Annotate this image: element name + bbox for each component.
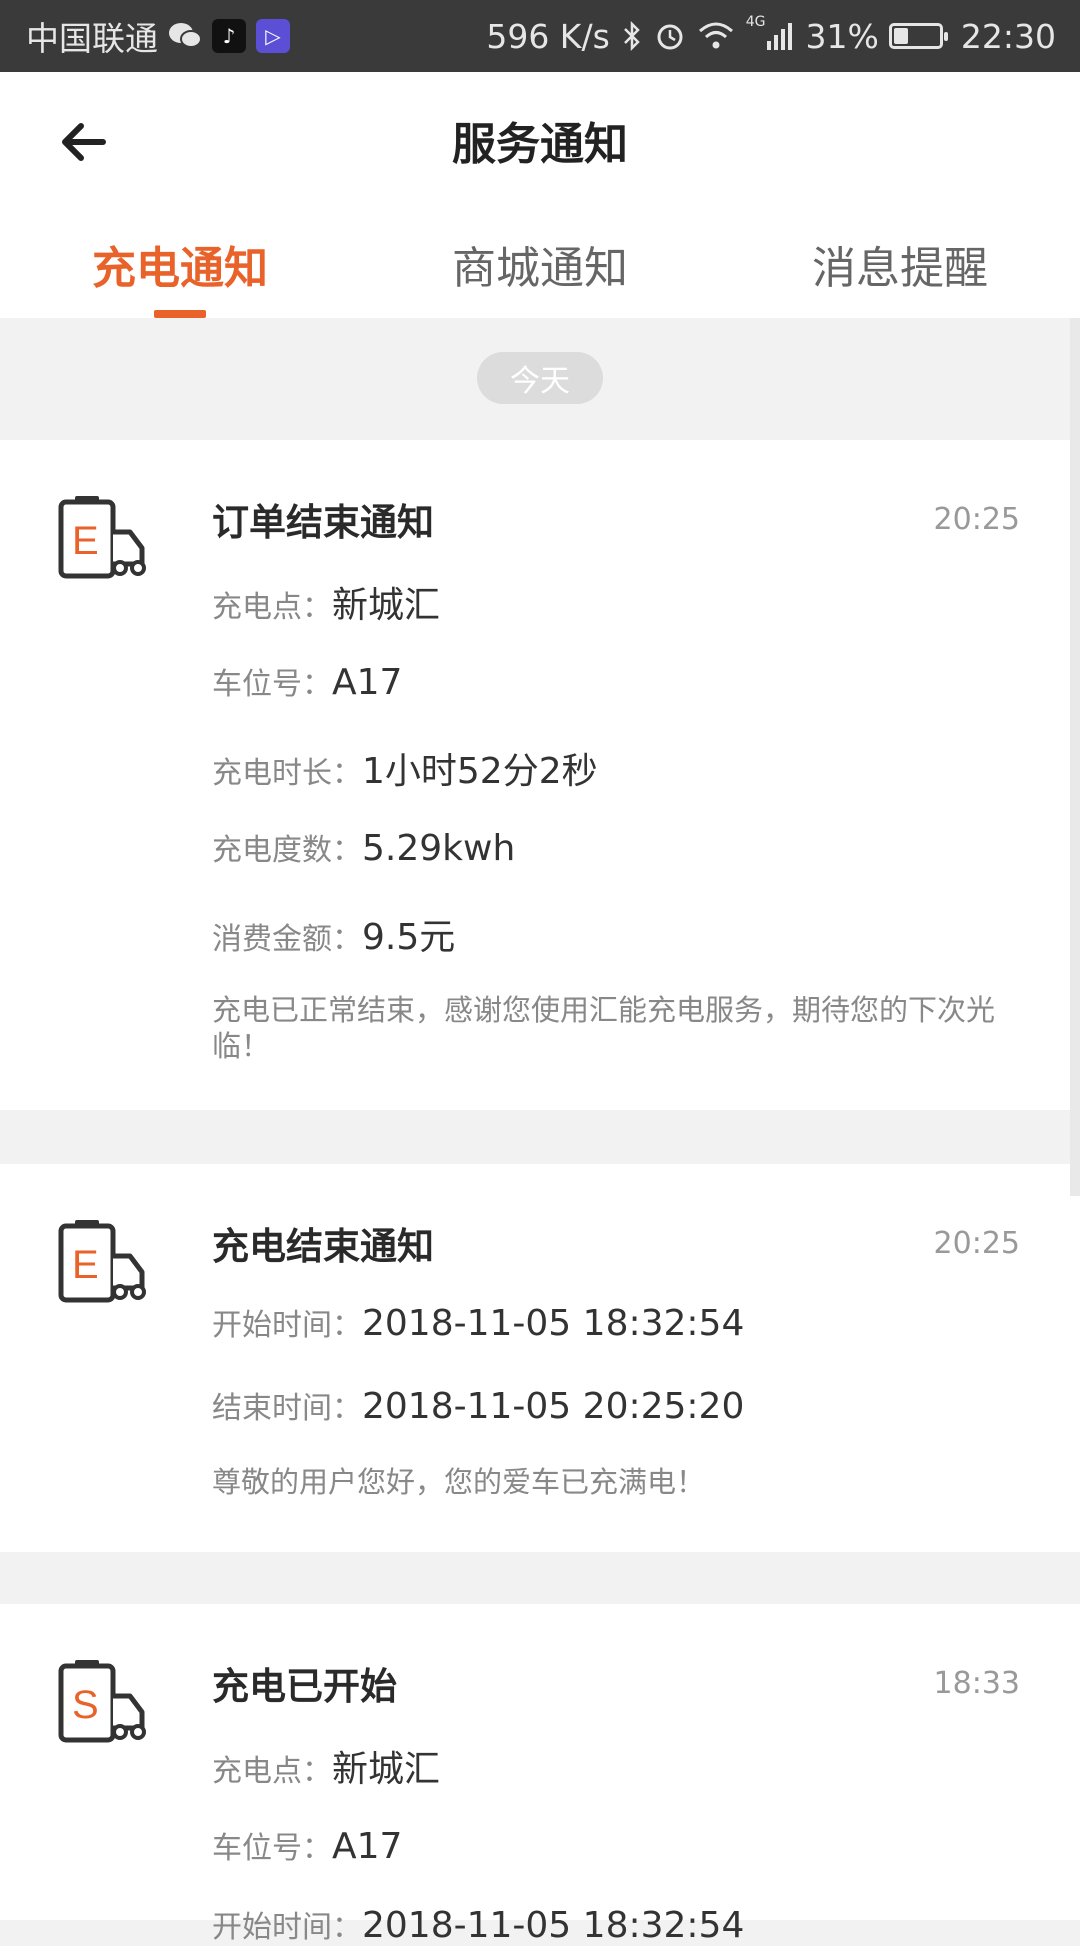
detail-row: 结束时间： 2018-11-05 20:25:20	[212, 1383, 744, 1427]
wechat-icon	[168, 19, 202, 53]
wifi-icon	[698, 21, 734, 51]
row-value: A17	[332, 662, 403, 703]
row-label: 充电点：	[212, 1754, 332, 1789]
page-title: 服务通知	[452, 119, 628, 170]
card-description: 尊敬的用户您好，您的爱车已充满电！	[212, 1465, 706, 1499]
svg-text:E: E	[72, 1243, 99, 1287]
detail-row: 充电度数： 5.29kwh	[212, 825, 515, 869]
carrier-label: 中国联通	[26, 19, 158, 58]
detail-row: 车位号： A17	[212, 659, 402, 703]
svg-text:E: E	[72, 519, 99, 563]
alarm-icon	[654, 20, 686, 52]
card-time: 18:33	[933, 1666, 1020, 1701]
battery-percent: 31%	[805, 16, 879, 56]
charging-end-icon: E	[58, 1220, 146, 1303]
app-header: 服务通知 充电通知 商城通知 消息提醒	[0, 72, 1080, 318]
notification-card[interactable]: E 充电结束通知 20:25 开始时间： 2018-11-05 18:32:54…	[0, 1164, 1080, 1552]
detail-row: 开始时间： 2018-11-05 18:32:54	[212, 1902, 744, 1946]
row-label: 开始时间：	[212, 1910, 362, 1945]
row-value: 9.5元	[362, 917, 456, 958]
tab-mall-notice[interactable]: 商城通知	[360, 232, 720, 318]
tab-message-reminder[interactable]: 消息提醒	[720, 232, 1080, 318]
bluetooth-icon	[622, 20, 642, 52]
card-time: 20:25	[933, 1226, 1020, 1261]
tab-label: 充电通知	[92, 243, 268, 294]
row-label: 消费金额：	[212, 922, 362, 957]
tab-label: 消息提醒	[812, 243, 988, 294]
row-label: 充电度数：	[212, 833, 362, 868]
network-type: 4G	[745, 14, 766, 30]
row-label: 车位号：	[212, 667, 332, 702]
video-app-icon: ▷	[256, 19, 290, 53]
detail-row: 充电时长： 1小时52分2秒	[212, 742, 598, 794]
detail-row: 充电点： 新城汇	[212, 576, 440, 628]
battery-icon	[888, 23, 948, 49]
network-speed: 596 K/s	[486, 16, 610, 56]
detail-row: 消费金额： 9.5元	[212, 908, 455, 960]
card-title: 订单结束通知	[212, 501, 434, 544]
detail-row: 充电点： 新城汇	[212, 1740, 440, 1792]
card-title: 充电结束通知	[212, 1225, 434, 1268]
tab-charging-notice[interactable]: 充电通知	[0, 232, 360, 318]
svg-text:S: S	[72, 1683, 99, 1727]
row-value: 新城汇	[332, 1749, 441, 1790]
scrollbar[interactable]	[1070, 318, 1080, 1196]
row-label: 结束时间：	[212, 1391, 362, 1426]
notification-card[interactable]: S 充电已开始 18:33 充电点： 新城汇 车位号： A17 开始时间： 20…	[0, 1604, 1080, 1946]
day-chip: 今天	[477, 352, 603, 404]
row-value: 1小时52分2秒	[362, 751, 598, 792]
detail-row: 车位号： A17	[212, 1823, 402, 1867]
row-value: 新城汇	[332, 585, 441, 626]
row-label: 车位号：	[212, 1831, 332, 1866]
status-bar: 中国联通 ♪ ▷ 596 K/s 4G 31% 22:30	[0, 0, 1080, 72]
card-time: 20:25	[933, 502, 1020, 537]
tab-bar: 充电通知 商城通知 消息提醒	[0, 232, 1080, 318]
row-value: 2018-11-05 18:32:54	[362, 1905, 745, 1946]
row-label: 开始时间：	[212, 1308, 362, 1343]
card-description: 充电已正常结束，感谢您使用汇能充电服务，期待您的下次光临！	[212, 993, 996, 1063]
row-label: 充电点：	[212, 590, 332, 625]
signal-icon	[766, 21, 794, 51]
card-title: 充电已开始	[212, 1665, 397, 1708]
detail-row: 开始时间： 2018-11-05 18:32:54	[212, 1300, 744, 1344]
row-value: A17	[332, 1826, 403, 1867]
row-label: 充电时长：	[212, 756, 362, 791]
row-value: 5.29kwh	[362, 828, 516, 869]
clock: 22:30	[960, 16, 1056, 56]
tab-label: 商城通知	[452, 243, 628, 294]
active-tab-indicator	[154, 310, 206, 318]
charging-end-icon: E	[58, 496, 146, 579]
notification-card[interactable]: E 订单结束通知 20:25 充电点： 新城汇 车位号： A17 充电时长： 1…	[0, 440, 1080, 1110]
row-value: 2018-11-05 18:32:54	[362, 1303, 745, 1344]
charging-start-icon: S	[58, 1660, 146, 1743]
tiktok-icon: ♪	[212, 19, 246, 53]
row-value: 2018-11-05 20:25:20	[362, 1386, 745, 1427]
